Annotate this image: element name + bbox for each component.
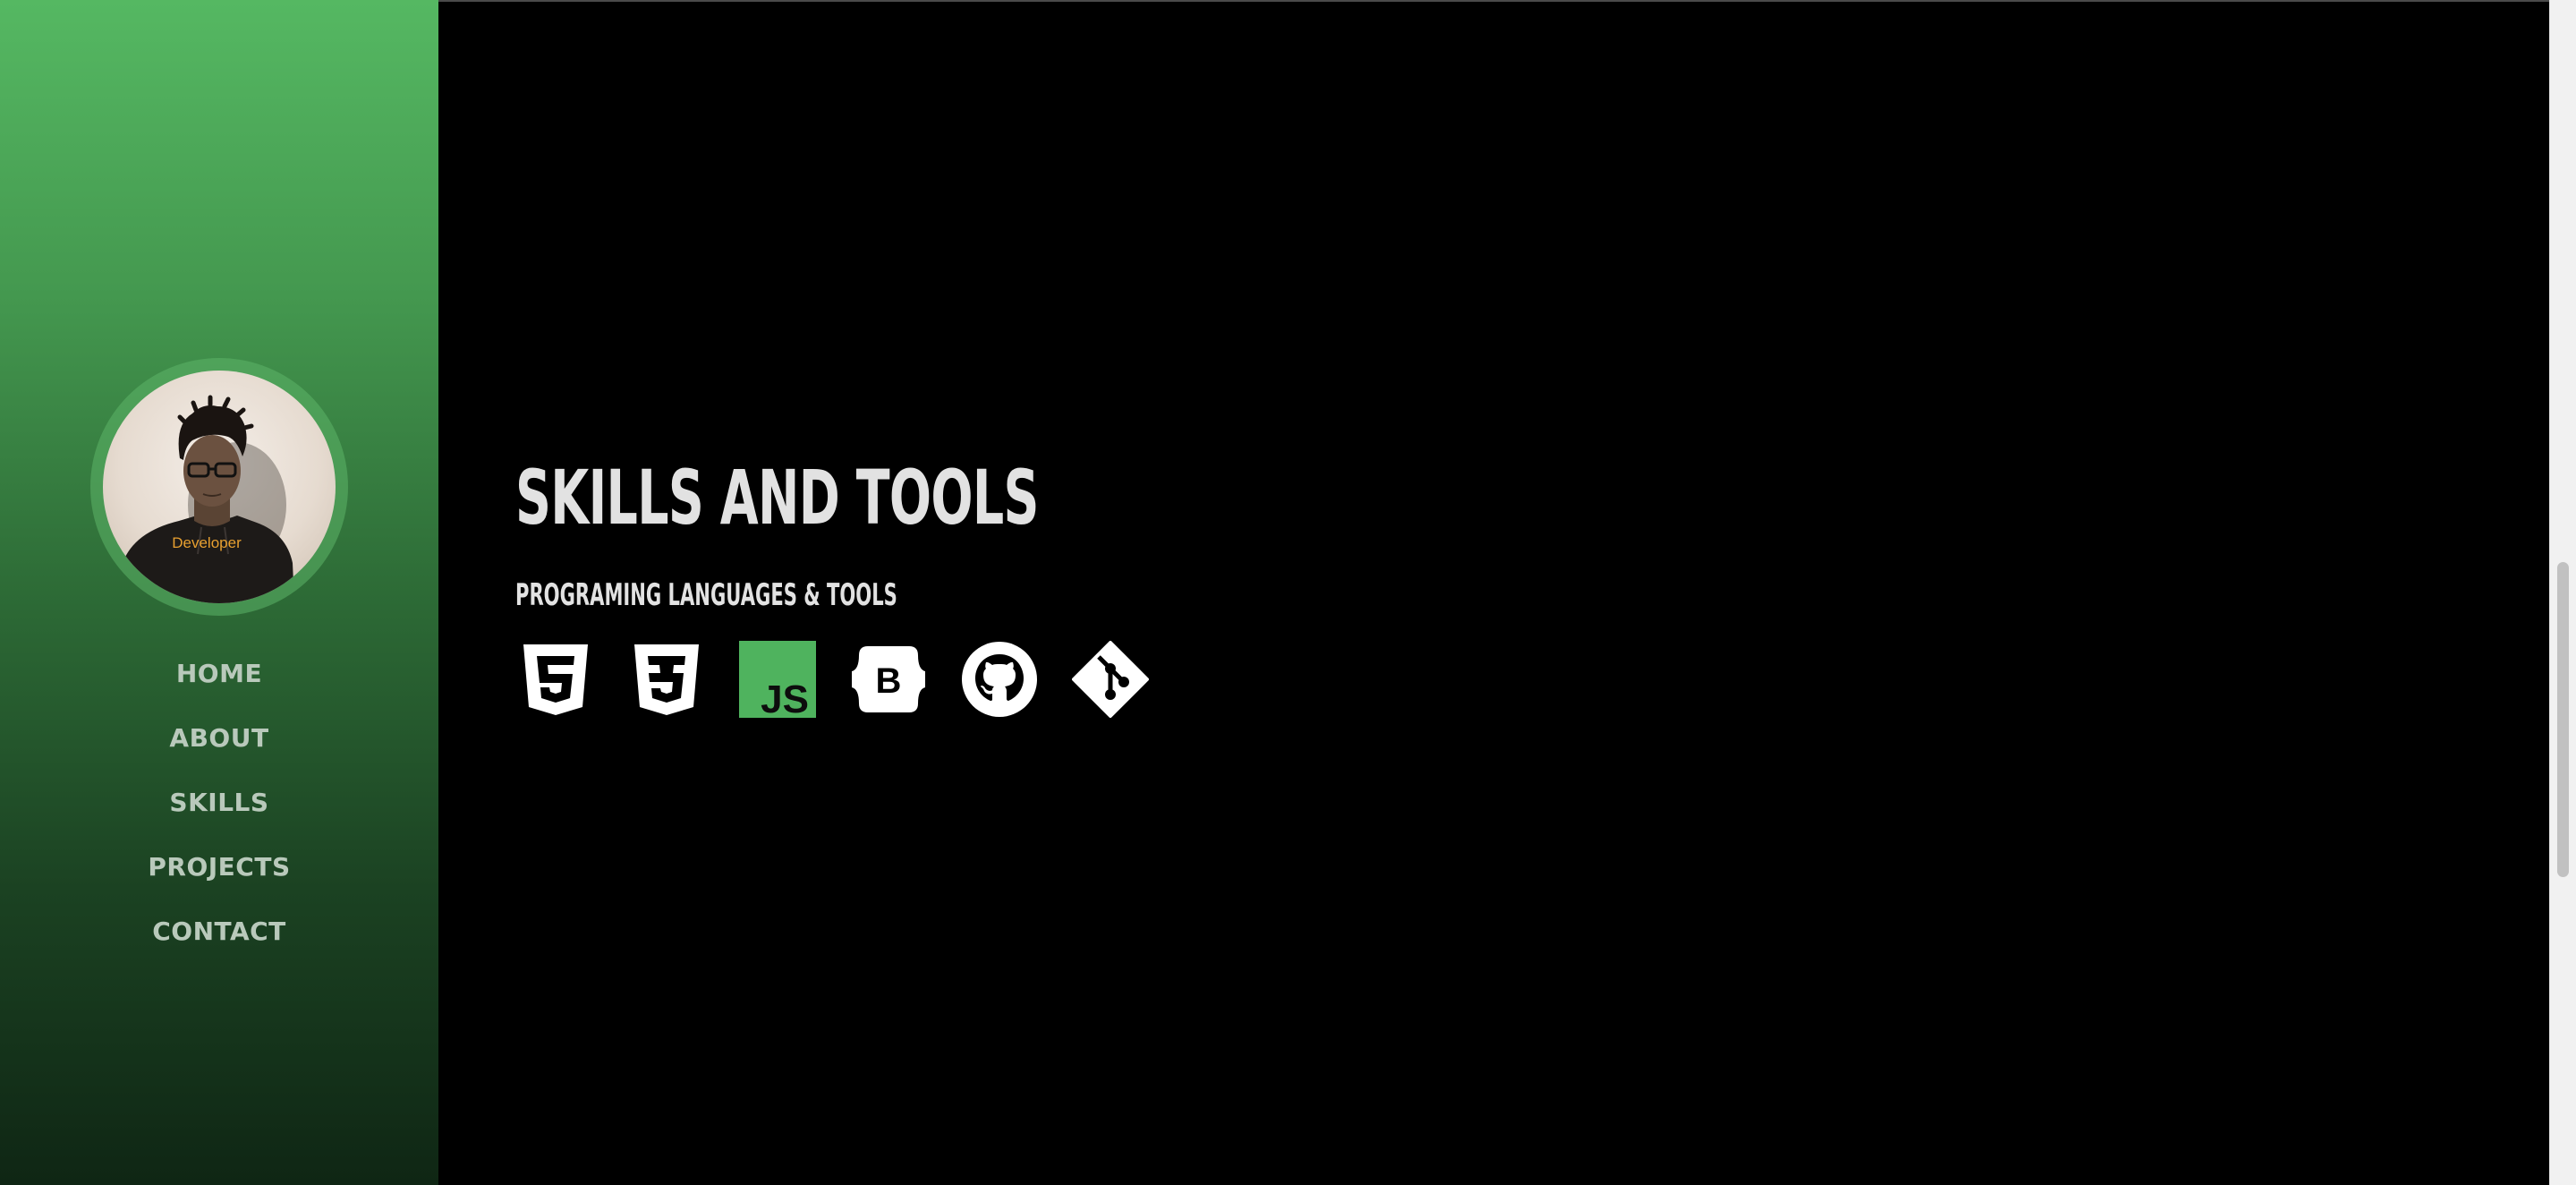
section-title: SKILLS AND TOOLS — [515, 454, 1039, 541]
nav-item-about: ABOUT — [0, 716, 438, 780]
avatar: Developer — [103, 371, 336, 603]
scrollbar-thumb[interactable] — [2557, 562, 2569, 877]
nav-link-home[interactable]: HOME — [176, 659, 262, 688]
skills-section: SKILLS AND TOOLS PROGRAMING LANGUAGES & … — [438, 0, 2549, 1185]
html5-icon — [517, 641, 594, 718]
git-icon — [1072, 641, 1149, 718]
section-subtitle: PROGRAMING LANGUAGES & TOOLS — [515, 577, 897, 613]
avatar-caption: Developer — [172, 534, 242, 551]
sidebar: Developer HOME ABOUT SKILLS PROJECTS CON… — [0, 0, 438, 1185]
nav-item-projects: PROJECTS — [0, 845, 438, 909]
javascript-icon-label: JS — [761, 678, 809, 718]
avatar-portrait — [119, 395, 294, 603]
javascript-icon: JS — [739, 641, 816, 718]
page: Developer HOME ABOUT SKILLS PROJECTS CON… — [0, 0, 2576, 1185]
nav-link-skills[interactable]: SKILLS — [169, 788, 268, 817]
github-icon — [961, 641, 1038, 718]
nav-link-about[interactable]: ABOUT — [169, 723, 268, 753]
nav-item-contact: CONTACT — [0, 909, 438, 974]
vertical-scrollbar[interactable] — [2549, 0, 2576, 1185]
bootstrap-icon: B — [850, 641, 927, 718]
bootstrap-icon-label: B — [876, 661, 902, 701]
sidebar-nav: HOME ABOUT SKILLS PROJECTS CONTACT — [0, 652, 438, 974]
nav-link-contact[interactable]: CONTACT — [152, 916, 286, 946]
nav-item-skills: SKILLS — [0, 780, 438, 845]
css3-icon — [628, 641, 705, 718]
nav-link-projects[interactable]: PROJECTS — [148, 852, 290, 882]
nav-item-home: HOME — [0, 652, 438, 716]
